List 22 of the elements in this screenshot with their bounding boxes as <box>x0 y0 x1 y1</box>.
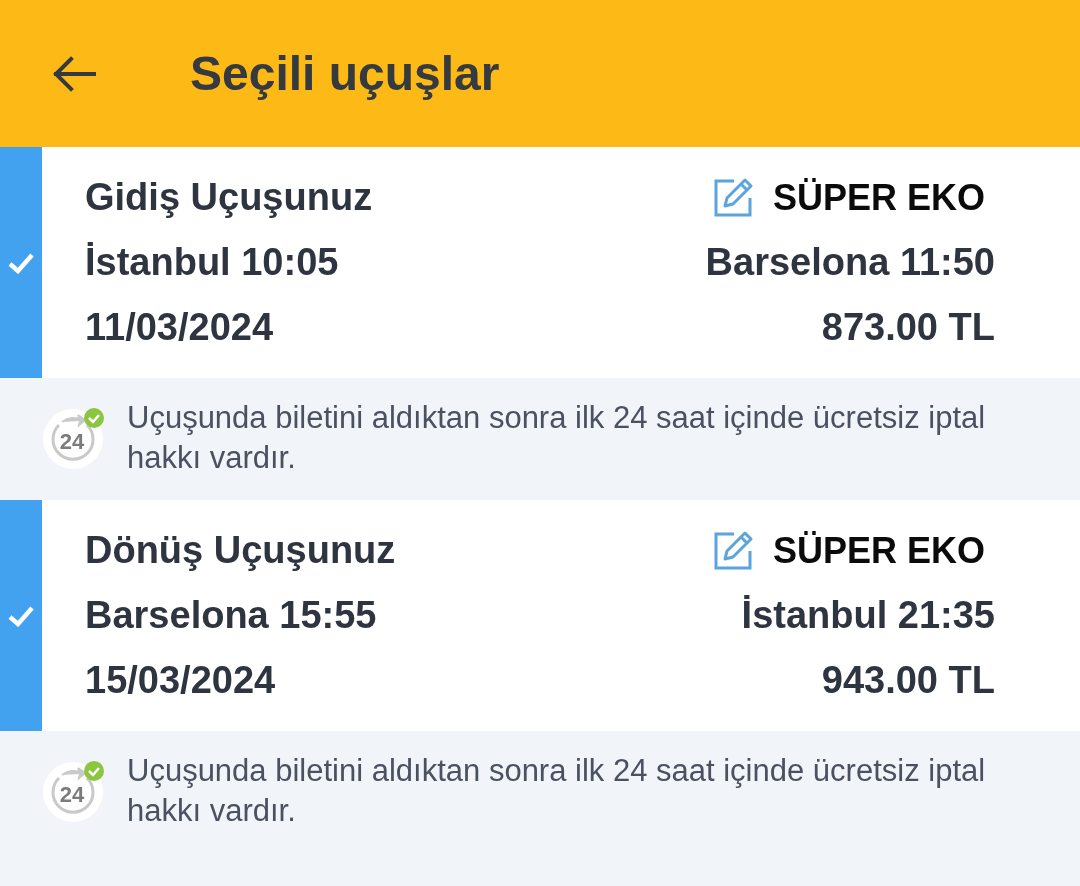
check-icon <box>8 604 34 627</box>
arrival-time: İstanbul 21:35 <box>741 593 995 638</box>
arrival-time: Barselona 11:50 <box>705 240 995 285</box>
departure-time: İstanbul 10:05 <box>85 240 339 285</box>
flight-heading: Dönüş Uçuşunuz <box>85 528 396 573</box>
flight-price: 873.00 TL <box>821 305 995 350</box>
flight-card[interactable]: Dönüş Uçuşunuz SÜPER EKO Barselona 15:55 İstanbul 21:35 15/03/2024 943.00 TL <box>0 500 1080 731</box>
cancel-24h-icon: 24 <box>42 759 106 823</box>
check-icon <box>8 251 34 274</box>
cancellation-note: Uçuşunda biletini aldıktan sonra ilk 24 saat içinde ücretsiz iptal hakkı vardır. <box>127 752 987 830</box>
flight-date: 11/03/2024 <box>85 305 274 350</box>
page-title: Seçili uçuşlar <box>190 45 500 102</box>
flight-card[interactable]: Gidiş Uçuşunuz SÜPER EKO İstanbul 10:05 Barselona 11:50 11/03/2024 873.00 TL <box>0 147 1080 378</box>
fare-class: SÜPER EKO <box>772 175 985 220</box>
flight-heading: Gidiş Uçuşunuz <box>85 175 373 220</box>
fare-class: SÜPER EKO <box>772 528 985 573</box>
flight-price: 943.00 TL <box>821 658 995 703</box>
back-arrow-icon <box>52 55 96 92</box>
cancellation-note: Uçuşunda biletini aldıktan sonra ilk 24 saat içinde ücretsiz iptal hakkı vardır. <box>127 399 987 477</box>
flight-date: 15/03/2024 <box>85 658 276 703</box>
departure-time: Barselona 15:55 <box>85 593 377 638</box>
cancel-24h-icon: 24 <box>42 406 106 470</box>
